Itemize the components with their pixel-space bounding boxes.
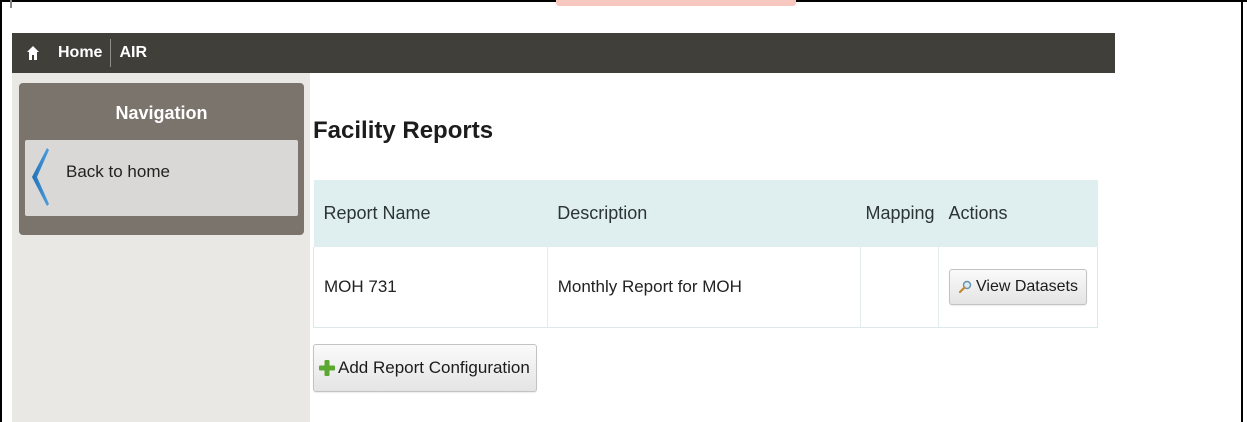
cell-actions: View Datasets	[938, 247, 1098, 328]
window-frame-left	[0, 0, 2, 422]
add-report-configuration-button[interactable]: Add Report Configuration	[313, 344, 537, 392]
cell-mapping	[860, 247, 939, 328]
column-header-mapping: Mapping	[860, 180, 939, 247]
magnifier-icon	[958, 280, 972, 293]
home-icon[interactable]	[26, 45, 40, 61]
breadcrumb-home-link[interactable]: Home	[50, 33, 110, 73]
plus-icon	[319, 360, 335, 376]
view-datasets-label: View Datasets	[976, 277, 1078, 295]
window-frame-tick	[10, 0, 12, 8]
column-header-actions: Actions	[938, 180, 1098, 247]
add-report-configuration-label: Add Report Configuration	[338, 358, 530, 377]
back-to-home-label: Back to home	[66, 162, 170, 181]
table-row: MOH 731 Monthly Report for MOH View Data…	[313, 247, 1098, 328]
reports-table: Report Name Description Mapping Actions …	[313, 180, 1098, 328]
cell-description: Monthly Report for MOH	[547, 247, 862, 328]
top-highlight-tab	[556, 0, 796, 6]
window-frame-right	[1241, 0, 1243, 422]
column-header-description: Description	[547, 180, 861, 247]
navigation-title: Navigation	[115, 103, 208, 123]
column-header-report-name: Report Name	[313, 180, 548, 247]
breadcrumb-current[interactable]: AIR	[111, 33, 155, 73]
breadcrumb-bar: Home AIR	[12, 33, 1115, 73]
back-to-home-button[interactable]: Back to home	[25, 140, 298, 216]
view-datasets-button[interactable]: View Datasets	[949, 268, 1087, 305]
table-header-row: Report Name Description Mapping Actions	[313, 180, 1098, 247]
page-title: Facility Reports	[313, 117, 494, 144]
chevron-left-icon	[32, 148, 49, 206]
cell-report-name: MOH 731	[313, 247, 548, 328]
